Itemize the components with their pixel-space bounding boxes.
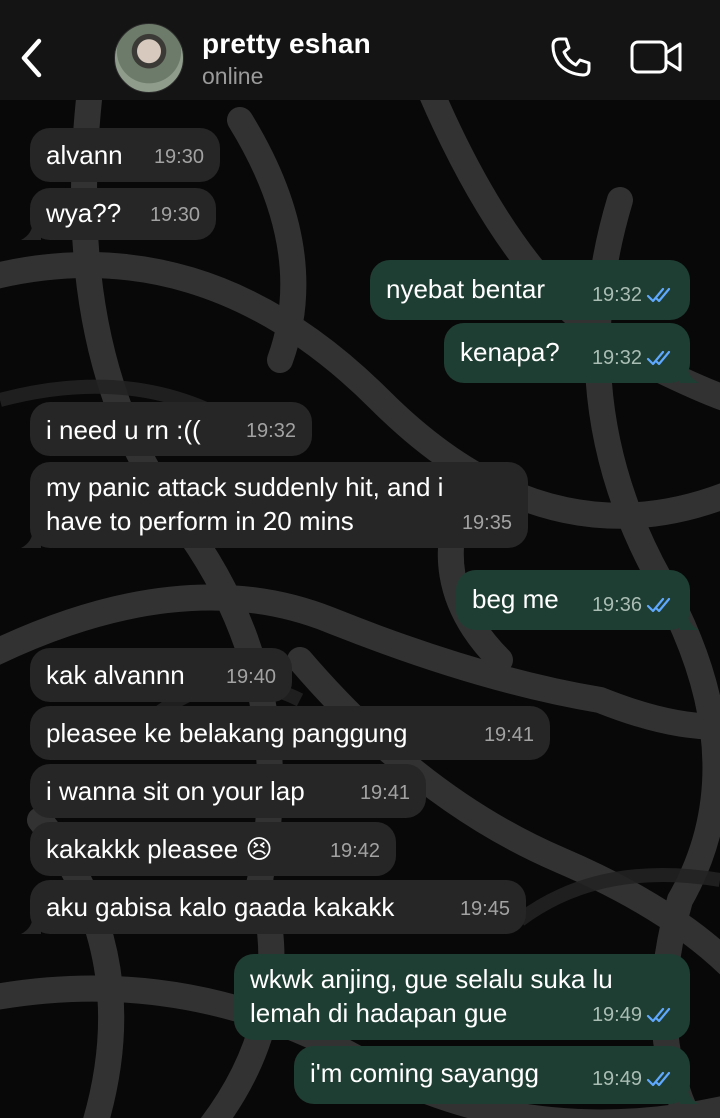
bubble-tail: [679, 363, 699, 383]
message-time: 19:30: [149, 204, 200, 226]
contact-avatar[interactable]: [114, 23, 184, 93]
message-bubble-incoming[interactable]: kakakkk pleasee 😣 19:42: [30, 822, 396, 876]
message-bubble-incoming[interactable]: pleasee ke belakang panggung 19:41: [30, 706, 550, 760]
bubble-tail: [21, 914, 41, 934]
message-text: i need u rn :((: [46, 415, 201, 445]
message-time: 19:49: [591, 1068, 642, 1090]
contact-name[interactable]: pretty eshan: [202, 28, 371, 60]
message-time: 19:36: [591, 594, 642, 616]
message-meta: 19:32: [592, 278, 674, 312]
message-bubble-incoming[interactable]: alvann 19:30: [30, 128, 220, 182]
message-bubble-outgoing[interactable]: wkwk anjing, gue selalu suka lu lemah di…: [234, 954, 690, 1040]
message-meta: 19:30: [154, 140, 204, 174]
message-time: 19:32: [591, 284, 642, 306]
video-call-button[interactable]: [628, 34, 686, 80]
message-time: 19:30: [153, 146, 204, 168]
message-text: kenapa?: [460, 337, 560, 367]
message-time: 19:49: [591, 1004, 642, 1026]
message-meta: 19:36: [592, 588, 674, 622]
phone-icon: [551, 37, 591, 77]
message-meta: 19:45: [460, 892, 510, 926]
read-receipt-icon: [646, 287, 671, 303]
message-bubble-outgoing[interactable]: nyebat bentar 19:32: [370, 260, 690, 320]
message-time: 19:32: [591, 347, 642, 369]
message-bubble-incoming[interactable]: wya?? 19:30: [21, 188, 216, 240]
message-meta: 19:35: [462, 506, 512, 540]
message-text: my panic attack suddenly hit, and i have…: [46, 472, 444, 536]
message-time: 19:40: [225, 666, 276, 688]
message-meta: 19:40: [226, 660, 276, 694]
message-list[interactable]: alvann 19:30 wya?? 19:30 nyebat bentar 1…: [0, 100, 720, 1118]
contact-status: online: [202, 63, 264, 89]
voice-call-button[interactable]: [548, 34, 594, 80]
message-time: 19:42: [329, 840, 380, 862]
back-button[interactable]: [12, 28, 52, 88]
read-receipt-icon: [646, 1007, 671, 1023]
chevron-left-icon: [21, 38, 42, 78]
video-camera-icon: [630, 40, 682, 74]
message-meta: 19:30: [150, 198, 200, 232]
message-text: i wanna sit on your lap: [46, 776, 305, 806]
message-bubble-incoming[interactable]: kak alvannn 19:40: [30, 648, 292, 702]
message-bubble-incoming[interactable]: i need u rn :(( 19:32: [30, 402, 312, 456]
message-time: 19:41: [483, 724, 534, 746]
message-meta: 19:32: [246, 414, 296, 448]
message-text: wya??: [46, 198, 122, 228]
message-meta: 19:42: [330, 834, 380, 868]
message-text: kak alvannn: [46, 660, 185, 690]
message-time: 19:32: [245, 420, 296, 442]
message-bubble-incoming[interactable]: aku gabisa kalo gaada kakakk 19:45: [21, 880, 526, 934]
message-time: 19:45: [459, 898, 510, 920]
message-bubble-outgoing[interactable]: beg me 19:36: [456, 570, 699, 630]
bubble-tail: [679, 610, 699, 630]
message-time: 19:35: [461, 512, 512, 534]
message-text: pleasee ke belakang panggung: [46, 718, 408, 748]
message-bubble-incoming[interactable]: my panic attack suddenly hit, and i have…: [21, 462, 528, 548]
read-receipt-icon: [646, 350, 671, 366]
message-meta: 19:49: [592, 998, 674, 1032]
message-bubble-incoming[interactable]: i wanna sit on your lap 19:41: [30, 764, 426, 818]
message-text: aku gabisa kalo gaada kakakk: [46, 892, 395, 922]
read-receipt-icon: [646, 1071, 671, 1087]
message-time: 19:41: [359, 782, 410, 804]
chat-header: pretty eshan online: [0, 0, 720, 100]
message-text: alvann: [46, 140, 123, 170]
read-receipt-icon: [646, 597, 671, 613]
bubble-tail: [21, 528, 41, 548]
message-meta: 19:41: [360, 776, 410, 810]
bubble-tail: [21, 220, 41, 240]
message-meta: 19:41: [484, 718, 534, 752]
bubble-tail: [679, 1084, 699, 1104]
message-text: nyebat bentar: [386, 274, 546, 304]
message-text: beg me: [472, 584, 559, 614]
message-text: kakakkk pleasee 😣: [46, 834, 273, 864]
message-text: i'm coming sayangg: [310, 1058, 539, 1088]
message-bubble-outgoing[interactable]: i'm coming sayangg 19:49: [294, 1046, 699, 1104]
message-bubble-outgoing[interactable]: kenapa? 19:32: [444, 323, 699, 383]
message-meta: 19:49: [592, 1062, 674, 1096]
message-meta: 19:32: [592, 341, 674, 375]
